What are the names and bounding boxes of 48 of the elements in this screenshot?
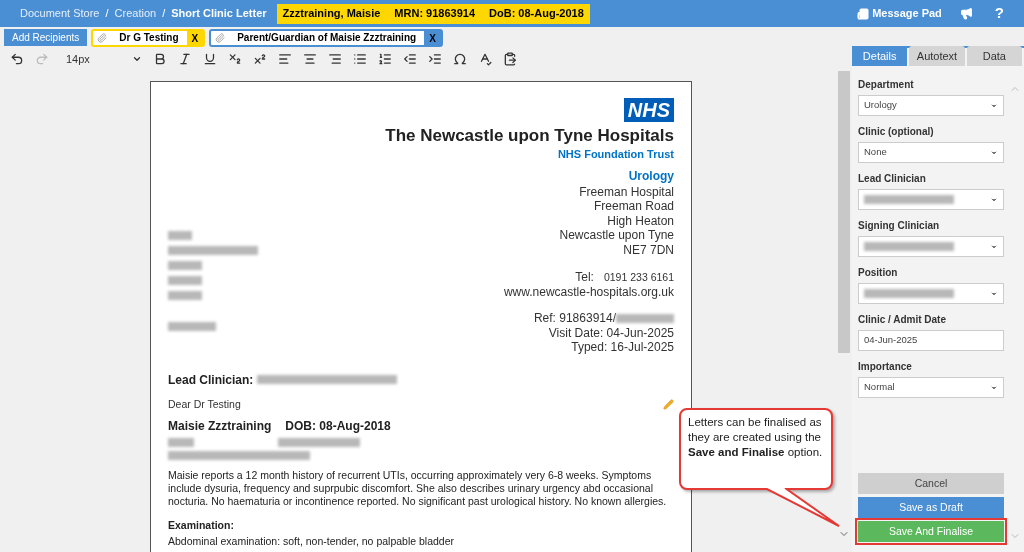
panel-tab[interactable]: Data: [966, 46, 1022, 66]
remove-recipient-button[interactable]: X: [424, 30, 441, 45]
font-size-select[interactable]: 14px: [66, 50, 142, 68]
tel-number: 0191 233 6161: [603, 270, 674, 285]
examination-heading: Examination:: [168, 518, 235, 534]
trust-name: The Newcastle upon Tyne Hospitals: [385, 126, 674, 146]
input-field[interactable]: 04-Jun-2025: [858, 330, 1004, 351]
address-line: Freeman Hospital: [579, 184, 674, 199]
history-paragraph: Maisie reports a 12 month history of recurrent UTIs, occurring approximately very 6-8 weeks. Symptoms include dysuria, frequency and suprpubic discomfort. She also describes urinary urgency abd occasional nocturia. No haematuria or incontinence reported. No significant past urological history. No known allergies.: [168, 469, 668, 509]
trust-subtitle: NHS Foundation Trust: [557, 147, 674, 162]
reference: Ref: 91863914/: [533, 311, 616, 326]
recipient-name: Dr G Testing: [118, 31, 180, 45]
typed-date: Typed: 16-Jul-2025: [571, 340, 674, 355]
recipient-chip[interactable]: Parent/Guardian of Maisie Zzztraining X: [209, 28, 443, 47]
address-line: NE7 7DN: [623, 242, 674, 257]
nhs-logo: NHS: [623, 98, 674, 122]
patient-name: Zzztraining, Maisie: [282, 6, 381, 22]
tel-label: Tel:: [575, 270, 594, 285]
field-label: Clinic / Admit Date: [858, 313, 947, 327]
salutation: Dear Dr Testing: [168, 396, 241, 412]
select-field[interactable]: Urology: [858, 95, 1004, 116]
field-label: Importance: [858, 360, 913, 374]
panel-tab[interactable]: Autotext: [909, 46, 965, 66]
breadcrumb-separator: /: [162, 6, 166, 22]
field-label: Position: [858, 266, 899, 280]
field-label: Clinic (optional): [858, 125, 935, 139]
address-line: High Heaton: [607, 213, 674, 228]
visit-date: Visit Date: 04-Jun-2025: [548, 325, 674, 340]
address-line: Newcastle upon Tyne: [559, 228, 674, 243]
select-field[interactable]: None: [858, 142, 1004, 163]
field-label: Lead Clinician: [858, 172, 927, 186]
patient-mrn: MRN: 91863914: [394, 6, 476, 22]
remove-recipient-button[interactable]: X: [186, 30, 204, 45]
patient-name-heading: Maisie Zzztraining: [168, 418, 272, 436]
select-field[interactable]: Normal: [858, 377, 1004, 398]
examination-text: Abdominal examination: soft, non-tender, no palpable bladder: [168, 534, 456, 549]
recipient-name: Parent/Guardian of Maisie Zzztraining: [236, 31, 418, 45]
department-name: Urology: [628, 167, 674, 185]
lead-clinician-label: Lead Clinician:: [168, 371, 254, 389]
patient-dob: DoB: 08-Aug-2018: [489, 6, 584, 22]
recipient-chip[interactable]: Dr G Testing X: [91, 28, 206, 47]
cancel-button[interactable]: Cancel: [858, 473, 1004, 494]
field-label: Signing Clinician: [858, 219, 941, 233]
patient-dob-heading: DOB: 08-Aug-2018: [285, 418, 391, 436]
field-label: Department: [858, 78, 915, 92]
address-line: Freeman Road: [593, 199, 674, 214]
breadcrumb-separator: /: [105, 6, 109, 22]
website: www.newcastle-hospitals.org.uk: [503, 284, 674, 299]
